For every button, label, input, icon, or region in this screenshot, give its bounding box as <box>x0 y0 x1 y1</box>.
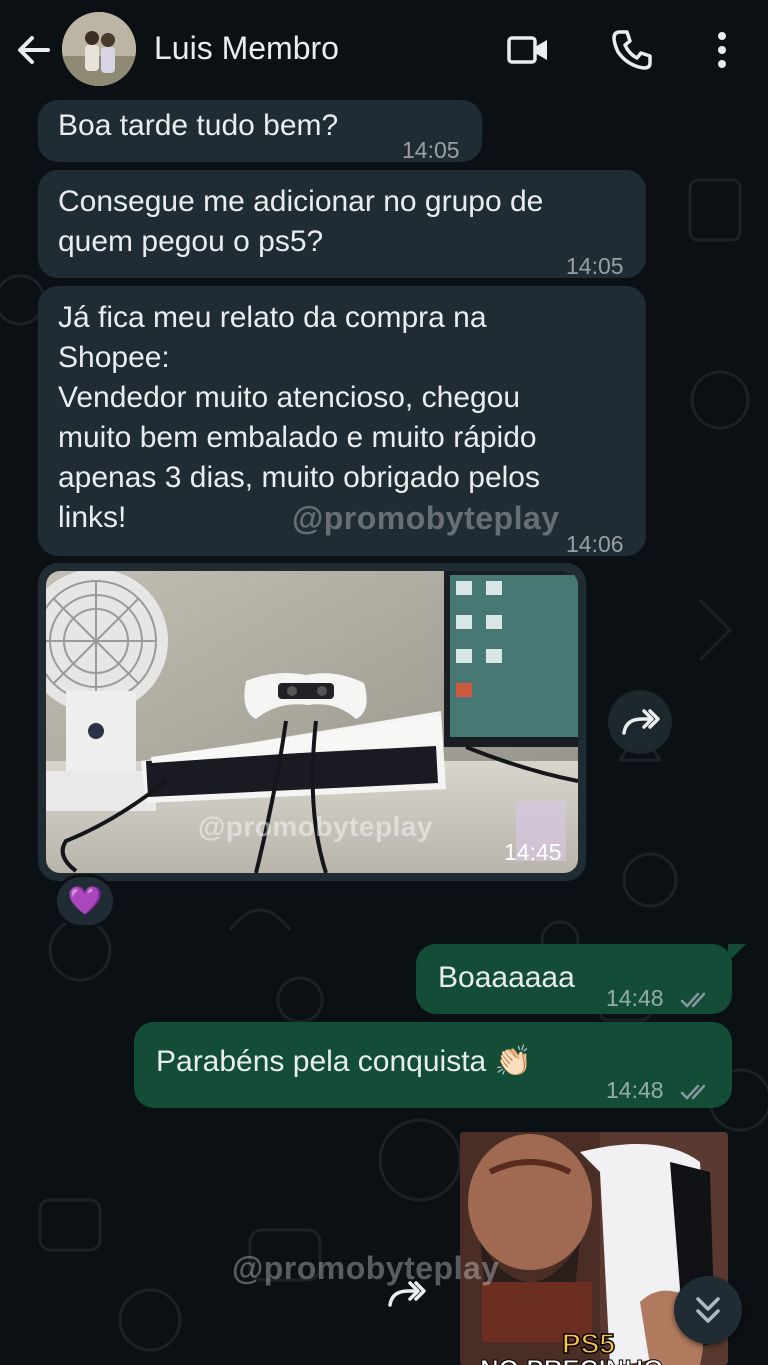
forward-icon <box>388 1281 426 1307</box>
message-reaction[interactable]: 💜 <box>54 874 116 928</box>
message-time: 14:05 <box>402 137 460 163</box>
back-arrow-icon[interactable] <box>14 30 54 70</box>
message-time: 14:48 <box>606 1070 714 1110</box>
contact-avatar[interactable] <box>62 12 136 86</box>
sticker-sub-label: NO PRECINHO <box>479 1354 663 1365</box>
message-time: 14:06 <box>566 531 624 557</box>
message-text: Consegue me adicionar no grupo de quem p… <box>58 185 544 258</box>
forward-icon <box>622 709 660 735</box>
forward-button[interactable] <box>608 690 672 754</box>
incoming-message[interactable]: Boa tarde tudo bem? 14:05 <box>38 100 482 163</box>
double-check-icon <box>680 1084 706 1100</box>
watermark: @promobyteplay <box>198 811 434 842</box>
message-time: 14:48 <box>606 978 714 1018</box>
video-call-icon[interactable] <box>506 28 550 72</box>
forward-button[interactable] <box>374 1262 438 1326</box>
message-time: 14:05 <box>566 253 624 279</box>
image-message[interactable]: @promobyteplay 14:45 <box>38 563 586 881</box>
outgoing-message[interactable]: Parabéns pela conquista 👏🏻 14:48 <box>134 1022 732 1108</box>
message-text: Boa tarde tudo bem? <box>58 109 339 142</box>
chat-header: Luis Membro <box>0 0 768 100</box>
double-check-icon <box>680 992 706 1008</box>
message-text: Boaaaaaa <box>438 961 575 994</box>
watermark: @promobyteplay <box>232 1250 500 1286</box>
contact-name[interactable]: Luis Membro <box>154 30 339 67</box>
outgoing-message[interactable]: Boaaaaaa 14:48 <box>416 944 732 1014</box>
phone-call-icon[interactable] <box>610 28 654 72</box>
more-options-icon[interactable] <box>700 28 744 72</box>
scroll-to-bottom-button[interactable] <box>674 1276 742 1344</box>
double-chevron-down-icon <box>696 1297 720 1323</box>
watermark: @promobyteplay <box>292 500 560 536</box>
purple-heart-icon: 💜 <box>67 885 103 916</box>
message-text: Parabéns pela conquista 👏🏻 <box>156 1045 532 1078</box>
bubble-tail <box>728 944 746 962</box>
message-time: 14:45 <box>504 839 562 865</box>
incoming-message[interactable]: Consegue me adicionar no grupo de quem p… <box>38 170 646 279</box>
